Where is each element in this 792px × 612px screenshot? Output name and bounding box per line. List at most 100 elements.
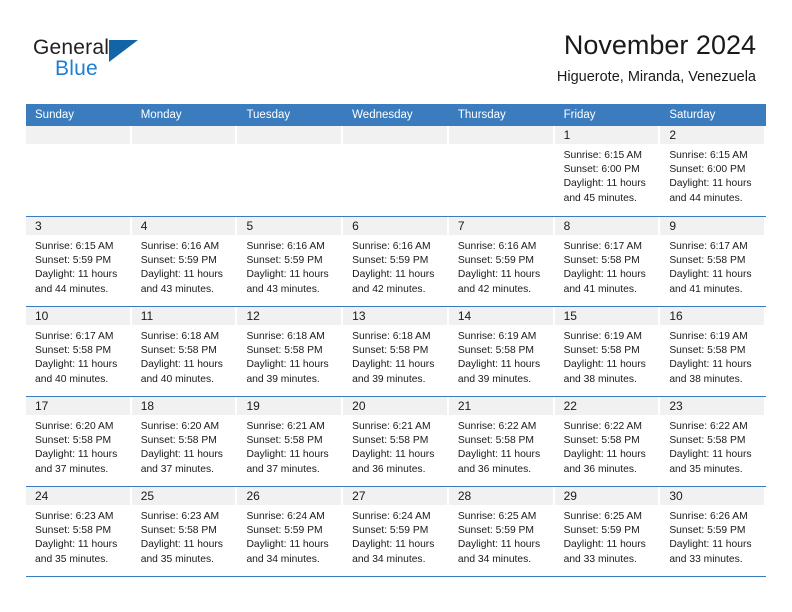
day-info-line: Daylight: 11 hours	[563, 178, 646, 190]
day-number: 12	[246, 309, 260, 323]
day-sun-info: Sunrise: 6:24 AM Sunset: 5:59 PM Daylight:…	[343, 505, 449, 567]
day-cell-21[interactable]: 21 Sunrise: 6:22 AM Sunset: 5:58 PM Dayligh…	[448, 397, 555, 486]
day-info-line: Sunset: 5:58 PM	[457, 435, 535, 447]
day-info-line: Sunset: 5:59 PM	[457, 255, 535, 267]
day-info-line: Sunrise: 6:25 AM	[563, 511, 643, 522]
day-cell-27[interactable]: 27 Sunrise: 6:24 AM Sunset: 5:59 PM Dayligh…	[343, 487, 449, 576]
day-info-line: and 40 minutes.	[35, 373, 109, 385]
weekday-header-sunday: Sunday	[35, 109, 75, 121]
day-info-line: and 43 minutes.	[140, 283, 214, 295]
day-cell-23[interactable]: 23 Sunrise: 6:22 AM Sunset: 5:58 PM Dayligh…	[660, 397, 767, 486]
day-cell-2[interactable]: 2 Sunrise: 6:15 AM Sunset: 6:00 PM Daylight…	[660, 126, 767, 216]
day-info-line: Sunrise: 6:16 AM	[457, 241, 537, 252]
day-info-line: Sunset: 5:59 PM	[669, 525, 746, 537]
day-cell-22[interactable]: 22 Sunrise: 6:22 AM Sunset: 5:58 PM Dayligh…	[554, 397, 661, 486]
day-cell-29[interactable]: 29 Sunrise: 6:25 AM Sunset: 5:59 PM Dayligh…	[554, 487, 661, 576]
day-info-line: Daylight: 11 hours	[352, 449, 435, 461]
day-cell-1[interactable]: 1 Sunrise: 6:15 AM Sunset: 6:00 PM Daylight…	[554, 126, 661, 216]
day-number: 16	[669, 309, 683, 323]
day-cell-14[interactable]: 14 Sunrise: 6:19 AM Sunset: 5:58 PM Dayligh…	[448, 307, 555, 396]
day-info-line: and 44 minutes.	[35, 283, 109, 295]
day-cell-15[interactable]: 15 Sunrise: 6:19 AM Sunset: 5:58 PM Dayligh…	[554, 307, 661, 396]
day-number: 2	[669, 128, 676, 142]
day-info-line: Daylight: 11 hours	[246, 269, 329, 281]
day-number: 28	[457, 489, 472, 503]
day-cell-24[interactable]: 24 Sunrise: 6:23 AM Sunset: 5:58 PM Dayligh…	[26, 487, 132, 576]
day-info-line: Sunrise: 6:21 AM	[352, 421, 431, 432]
day-info-line: Daylight: 11 hours	[669, 269, 752, 281]
day-info-line: Sunset: 5:59 PM	[246, 255, 323, 267]
day-info-line: Daylight: 11 hours	[352, 359, 435, 371]
day-info-line: and 40 minutes.	[140, 373, 214, 385]
day-number: 13	[352, 309, 366, 323]
day-info-line: Sunrise: 6:19 AM	[563, 331, 643, 342]
day-info-line: Sunrise: 6:19 AM	[669, 331, 748, 342]
day-cell-7[interactable]: 7 Sunrise: 6:16 AM Sunset: 5:59 PM Daylight…	[448, 217, 555, 306]
day-cell-28[interactable]: 28 Sunrise: 6:25 AM Sunset: 5:59 PM Dayligh…	[448, 487, 555, 576]
day-number: 25	[140, 489, 155, 503]
day-number: 24	[35, 489, 49, 503]
day-info-line: and 37 minutes.	[140, 463, 214, 475]
day-info-line: Daylight: 11 hours	[563, 449, 646, 461]
weekday-header-row: Sunday Monday Tuesday Wednesday Thursday Frid…	[26, 104, 766, 126]
day-cell-9[interactable]: 9 Sunrise: 6:17 AM Sunset: 5:58 PM Daylight…	[660, 217, 767, 306]
day-info-line: Sunset: 5:58 PM	[669, 435, 746, 447]
day-info-line: Sunrise: 6:16 AM	[140, 241, 220, 252]
day-number-band	[237, 126, 342, 144]
day-cell-4[interactable]: 4 Sunrise: 6:16 AM Sunset: 5:59 PM Daylight…	[131, 217, 238, 306]
day-info-line: and 38 minutes.	[563, 373, 637, 385]
day-cell-26[interactable]: 26 Sunrise: 6:24 AM Sunset: 5:59 PM Dayligh…	[237, 487, 344, 576]
day-cell-25[interactable]: 25 Sunrise: 6:23 AM Sunset: 5:58 PM Dayligh…	[131, 487, 238, 576]
day-cell-13[interactable]: 13 Sunrise: 6:18 AM Sunset: 5:58 PM Dayligh…	[343, 307, 449, 396]
day-cell-18[interactable]: 18 Sunrise: 6:20 AM Sunset: 5:58 PM Dayligh…	[131, 397, 238, 486]
day-number: 8	[563, 219, 571, 233]
day-info-line: Sunrise: 6:15 AM	[35, 241, 114, 252]
day-cell-30[interactable]: 30 Sunrise: 6:26 AM Sunset: 5:59 PM Dayligh…	[660, 487, 767, 576]
day-sun-info	[237, 144, 343, 149]
day-info-line: Sunset: 5:58 PM	[246, 345, 323, 357]
day-cell-12[interactable]: 12 Sunrise: 6:18 AM Sunset: 5:58 PM Dayligh…	[237, 307, 344, 396]
day-sun-info	[343, 144, 449, 149]
day-info-line: Daylight: 11 hours	[140, 269, 223, 281]
day-info-line: Sunrise: 6:18 AM	[246, 331, 325, 342]
day-number: 11	[140, 309, 154, 323]
calendar-grid: Sunday Monday Tuesday Wednesday Thursday Frid…	[26, 104, 767, 577]
day-info-line: Sunset: 5:59 PM	[563, 525, 640, 537]
day-number: 18	[140, 399, 155, 413]
day-info-line: and 35 minutes.	[35, 553, 109, 565]
day-cell-17[interactable]: 17 Sunrise: 6:20 AM Sunset: 5:58 PM Dayligh…	[26, 397, 132, 486]
day-sun-info: Sunrise: 6:22 AM Sunset: 5:58 PM Daylight:…	[449, 415, 555, 477]
weekday-header-saturday: Saturday	[669, 109, 716, 121]
day-number: 21	[457, 399, 472, 413]
day-cell-19[interactable]: 19 Sunrise: 6:21 AM Sunset: 5:58 PM Dayligh…	[237, 397, 344, 486]
weekday-header-thursday: Thursday	[457, 109, 506, 121]
day-cell-6[interactable]: 6 Sunrise: 6:16 AM Sunset: 5:59 PM Daylight…	[343, 217, 449, 306]
day-cell-3[interactable]: 3 Sunrise: 6:15 AM Sunset: 5:59 PM Daylight…	[26, 217, 132, 306]
day-info-line: Daylight: 11 hours	[35, 359, 118, 371]
day-number: 7	[457, 219, 465, 233]
weekday-header-tuesday: Tuesday	[246, 109, 291, 121]
day-cell-5[interactable]: 5 Sunrise: 6:16 AM Sunset: 5:59 PM Daylight…	[237, 217, 344, 306]
day-cell-11[interactable]: 11 Sunrise: 6:18 AM Sunset: 5:58 PM Dayligh…	[131, 307, 238, 396]
general-blue-logo[interactable]: General Blue	[33, 36, 153, 84]
weekday-header-monday: Monday	[140, 109, 182, 121]
calendar-week-row: 1 Sunrise: 6:15 AM Sunset: 6:00 PM Daylight…	[26, 126, 767, 217]
day-number: 14	[457, 309, 472, 323]
weekday-header-wednesday: Wednesday	[352, 109, 413, 121]
day-cell-16[interactable]: 16 Sunrise: 6:19 AM Sunset: 5:58 PM Dayligh…	[660, 307, 767, 396]
day-info-line: Sunrise: 6:15 AM	[563, 150, 643, 161]
day-info-line: Sunset: 5:58 PM	[352, 435, 429, 447]
calendar-page: General Blue November 2024 Higuerote, Mi…	[0, 0, 792, 612]
day-info-line: Sunrise: 6:22 AM	[563, 421, 643, 432]
day-info-line: Sunset: 5:58 PM	[352, 345, 429, 357]
calendar-week-row: 24 Sunrise: 6:23 AM Sunset: 5:58 PM Dayligh…	[26, 487, 767, 577]
day-cell-20[interactable]: 20 Sunrise: 6:21 AM Sunset: 5:58 PM Dayligh…	[343, 397, 449, 486]
day-info-line: and 37 minutes.	[246, 463, 320, 475]
day-info-line: Daylight: 11 hours	[246, 539, 329, 551]
day-info-line: Daylight: 11 hours	[457, 449, 541, 461]
day-info-line: Sunrise: 6:16 AM	[352, 241, 431, 252]
day-info-line: Sunrise: 6:23 AM	[140, 511, 220, 522]
day-cell-10[interactable]: 10 Sunrise: 6:17 AM Sunset: 5:58 PM Dayligh…	[26, 307, 132, 396]
day-sun-info	[26, 144, 132, 149]
day-cell-8[interactable]: 8 Sunrise: 6:17 AM Sunset: 5:58 PM Daylight…	[554, 217, 661, 306]
